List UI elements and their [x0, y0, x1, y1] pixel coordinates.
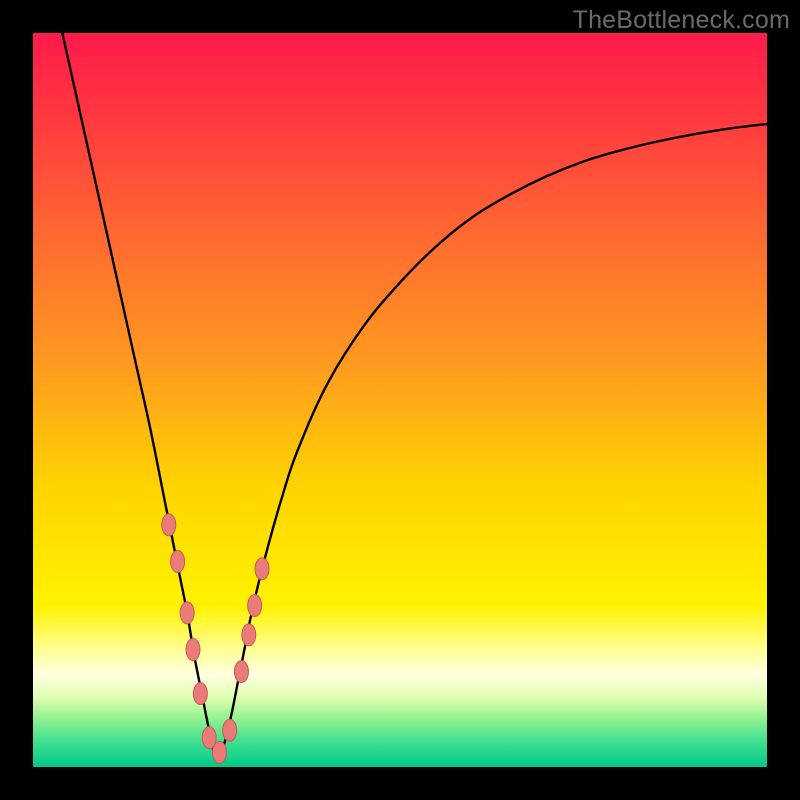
marker-point [212, 741, 226, 763]
bottleneck-curve [62, 33, 767, 760]
plot-area [33, 33, 767, 767]
marker-point [242, 624, 256, 646]
marker-point [234, 661, 248, 683]
marker-point [186, 639, 200, 661]
curve-layer [33, 33, 767, 767]
marker-point [193, 683, 207, 705]
marker-point [255, 558, 269, 580]
marker-point [180, 602, 194, 624]
marker-point [248, 595, 262, 617]
highlight-markers [162, 514, 269, 764]
outer-frame: TheBottleneck.com [0, 0, 800, 800]
marker-point [171, 550, 185, 572]
watermark-text: TheBottleneck.com [573, 6, 790, 35]
marker-point [223, 719, 237, 741]
marker-point [162, 514, 176, 536]
